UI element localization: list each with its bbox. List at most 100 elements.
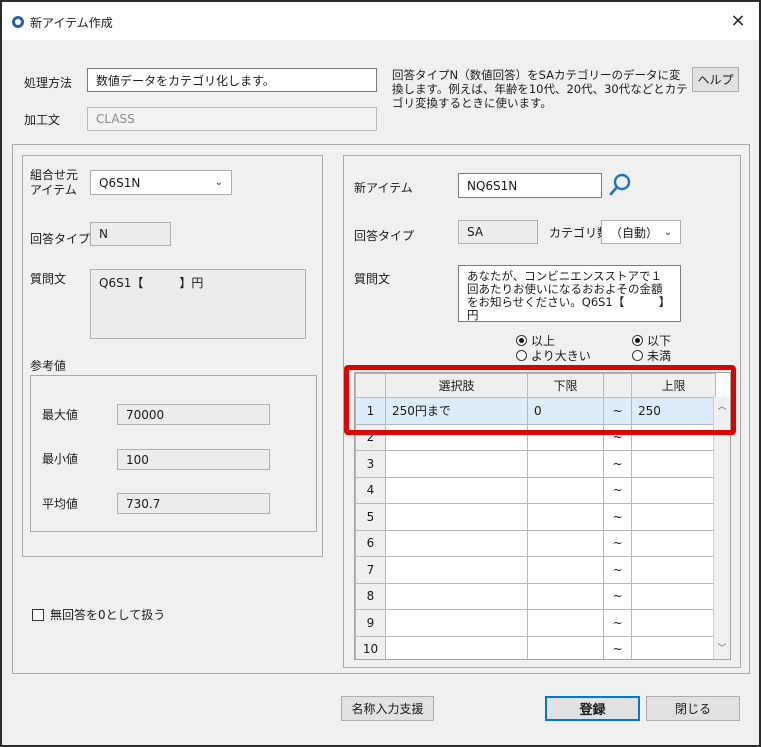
source-item-select[interactable]: Q6S1N ⌄ (90, 170, 232, 195)
left-question-field: Q6S1【 】円 (90, 269, 306, 339)
no-answer-checkbox[interactable]: 無回答を0として扱う (32, 606, 165, 623)
process-field: CLASS (87, 107, 377, 131)
cell-choice[interactable] (385, 529, 528, 557)
table-row[interactable]: 7 ~ (355, 556, 716, 584)
cell-lower[interactable] (527, 635, 604, 659)
title-bar: 新アイテム作成 × (2, 2, 759, 40)
radio-dot[interactable] (516, 350, 527, 361)
name-assist-button[interactable]: 名称入力支援 (341, 696, 434, 721)
cell-upper[interactable] (631, 503, 716, 531)
radio-dot[interactable] (632, 350, 643, 361)
min-label: 最小値 (42, 452, 79, 466)
radio-label: より大きい (531, 349, 591, 363)
right-question-field[interactable]: あなたが、コンビニエンスストアで１回あたりお使いになるおおよその金額をお知らせく… (458, 265, 681, 322)
table-row[interactable]: 5 ~ (355, 503, 716, 531)
max-field: 70000 (117, 404, 270, 425)
table-row[interactable]: 1 250円まで 0 ~250 (355, 397, 716, 425)
table-row[interactable]: 8 ~ (355, 582, 716, 610)
cell-lower[interactable]: 0 (527, 397, 604, 425)
cell-lower[interactable] (527, 609, 604, 637)
cell-tilde: ~ (603, 556, 632, 584)
cell-choice[interactable] (385, 503, 528, 531)
cell-choice[interactable] (385, 476, 528, 504)
method-field[interactable]: 数値データをカテゴリ化します。 (87, 68, 377, 92)
category-grid[interactable]: 選択肢 下限 上限 1 250円まで 0 ~250 2 ~3 ~4 ~5 ~6 ~7 ~8 ~9 ~10… (354, 372, 731, 660)
close-icon[interactable]: × (725, 8, 751, 34)
cell-upper[interactable] (631, 529, 716, 557)
cell-upper[interactable] (631, 450, 716, 478)
close-button[interactable]: 閉じる (646, 696, 740, 721)
radio-upper-exclusive[interactable]: 未満 (632, 347, 671, 364)
cell-tilde: ~ (603, 476, 632, 504)
cell-choice[interactable] (385, 556, 528, 584)
radio-lower-exclusive[interactable]: より大きい (516, 347, 591, 364)
cell-lower[interactable] (527, 529, 604, 557)
cell-lower[interactable] (527, 450, 604, 478)
cell-lower[interactable] (527, 423, 604, 451)
cell-choice[interactable]: 250円まで (385, 397, 528, 425)
no-answer-label: 無回答を0として扱う (50, 608, 166, 622)
grid-header-row: 選択肢 下限 上限 (355, 373, 716, 398)
app-icon (12, 16, 24, 28)
grid-header-upper[interactable]: 上限 (631, 373, 716, 398)
table-row[interactable]: 3 ~ (355, 450, 716, 478)
left-answer-type-label: 回答タイプ (30, 232, 91, 246)
max-label: 最大値 (42, 408, 79, 422)
dialog-window: 新アイテム作成 × 処理方法 数値データをカテゴリ化します。 加工文 CLASS… (0, 0, 761, 747)
table-row[interactable]: 10 ~ (355, 635, 716, 659)
right-answer-type-label: 回答タイプ (354, 229, 415, 243)
cell-upper[interactable] (631, 582, 716, 610)
cell-lower[interactable] (527, 582, 604, 610)
cell-lower[interactable] (527, 476, 604, 504)
grid-header-tilde (603, 373, 632, 398)
table-row[interactable]: 2 ~ (355, 423, 716, 451)
chevron-down-icon: ⌄ (663, 226, 672, 238)
table-row[interactable]: 9 ~ (355, 609, 716, 637)
cell-upper[interactable] (631, 423, 716, 451)
search-icon[interactable] (608, 172, 634, 198)
grid-header-choice[interactable]: 選択肢 (385, 373, 528, 398)
grid-header-lower[interactable]: 下限 (527, 373, 604, 398)
checkbox-box[interactable] (32, 608, 44, 621)
window-title: 新アイテム作成 (30, 16, 113, 30)
cell-choice[interactable] (385, 423, 528, 451)
cell-choice[interactable] (385, 450, 528, 478)
process-label: 加工文 (24, 113, 61, 127)
help-button[interactable]: ヘルプ (692, 67, 739, 92)
radio-dot[interactable] (516, 335, 527, 346)
cell-tilde: ~ (603, 423, 632, 451)
category-count-value: （自動） (610, 225, 659, 240)
grid-scrollbar[interactable]: ︿ ﹀ (713, 397, 730, 659)
table-row[interactable]: 6 ~ (355, 529, 716, 557)
right-question-label: 質問文 (354, 272, 391, 286)
cell-lower[interactable] (527, 503, 604, 531)
cell-no: 7 (355, 556, 386, 584)
radio-dot[interactable] (632, 335, 643, 346)
chevron-down-icon: ⌄ (214, 177, 223, 188)
cell-choice[interactable] (385, 635, 528, 659)
cell-upper[interactable]: 250 (631, 397, 716, 425)
table-row[interactable]: 4 ~ (355, 476, 716, 504)
cell-upper[interactable] (631, 609, 716, 637)
cell-no: 3 (355, 450, 386, 478)
cell-choice[interactable] (385, 609, 528, 637)
new-item-field[interactable]: NQ6S1N (458, 173, 602, 198)
left-question-label: 質問文 (30, 272, 67, 286)
source-item-label: 組合せ元アイテム (30, 168, 79, 197)
radio-label: 未満 (647, 349, 672, 363)
scroll-up-icon[interactable]: ︿ (714, 399, 730, 415)
cell-no: 10 (355, 635, 386, 659)
cell-no: 6 (355, 529, 386, 557)
category-table: 選択肢 下限 上限 1 250円まで 0 ~250 2 ~3 ~4 ~5 ~6 ~7 ~8 ~9 ~10… (355, 373, 716, 659)
category-count-select[interactable]: （自動） ⌄ (601, 220, 681, 244)
cell-upper[interactable] (631, 635, 716, 659)
cell-upper[interactable] (631, 556, 716, 584)
method-label: 処理方法 (24, 76, 73, 90)
cell-upper[interactable] (631, 476, 716, 504)
cell-no: 2 (355, 423, 386, 451)
cell-lower[interactable] (527, 556, 604, 584)
register-button[interactable]: 登録 (545, 696, 640, 721)
cell-tilde: ~ (603, 609, 632, 637)
cell-choice[interactable] (385, 582, 528, 610)
scroll-down-icon[interactable]: ﹀ (714, 641, 730, 657)
